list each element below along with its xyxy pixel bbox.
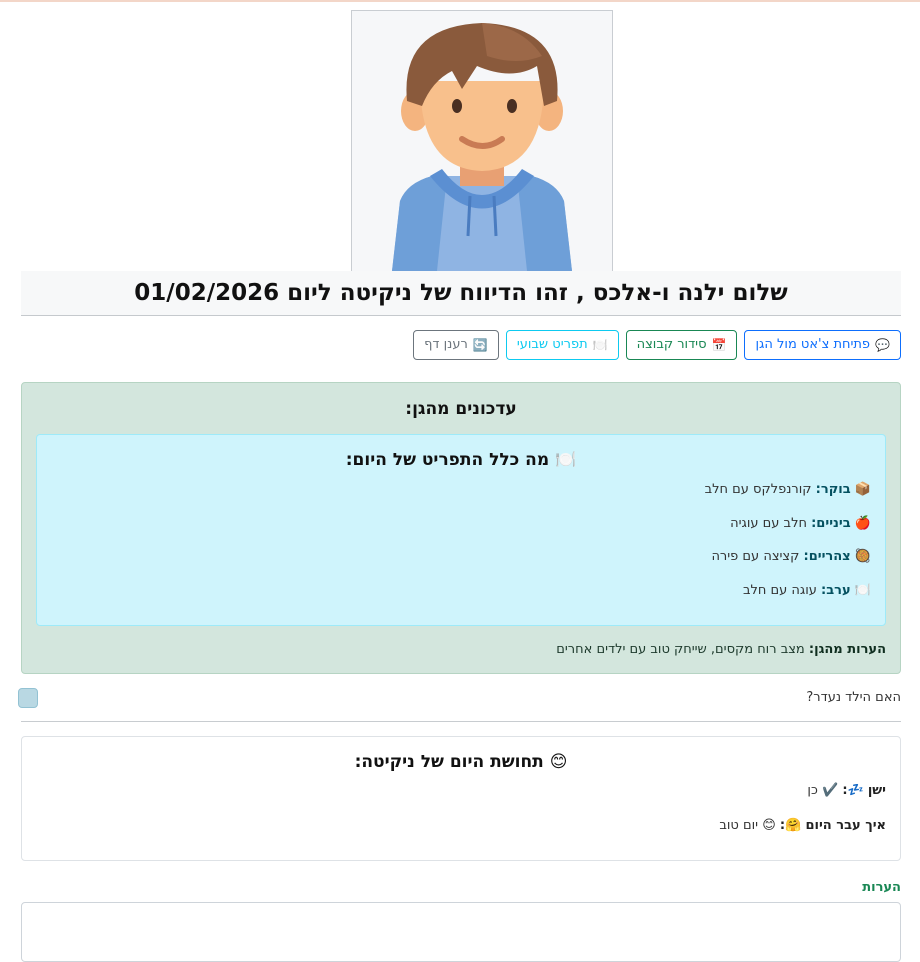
plate-icon: 🍽️	[555, 450, 577, 470]
sleep-value: כן	[807, 783, 818, 798]
title-bar: שלום ילנה ו-אלכס , זהו הדיווח של ניקיטה …	[21, 271, 901, 316]
divider	[21, 721, 901, 722]
meal-name: ביניים:	[811, 516, 851, 531]
meal-value: קציצה עם פירה	[711, 549, 800, 564]
refresh-page-button[interactable]: 🔄 רענן דף	[413, 330, 499, 360]
action-buttons: 💬 פתיחת צ'אט מול הגן 📅 סידור קבוצה 🍽️ תפ…	[413, 330, 901, 360]
page-title: שלום ילנה ו-אלכס , זהו הדיווח של ניקיטה …	[134, 280, 788, 306]
kindergarten-updates-panel: עדכונים מהגן: 🍽️ מה כלל התפריט של היום: …	[21, 382, 901, 674]
day-label: איך עבר היום	[805, 818, 886, 833]
plate-icon: 🍽️	[854, 583, 871, 598]
updates-title: עדכונים מהגן:	[405, 399, 517, 419]
meal-name: צהריים:	[803, 549, 851, 564]
sleep-label: ישן	[867, 783, 886, 798]
check-mark-icon: ✔️	[821, 783, 839, 798]
weekly-menu-label: תפריט שבועי	[516, 337, 588, 352]
absent-question-label: האם הילד נעדר?	[806, 690, 901, 705]
comments-label: הערות	[862, 880, 901, 895]
meal-name: בוקר:	[815, 482, 851, 497]
meal-lunch: 🥘 צהריים: קציצה עם פירה	[711, 549, 871, 564]
daily-feeling-card: 😊 תחושת היום של ניקיטה: ישן 💤: ✔️ כן איך…	[21, 736, 901, 861]
box-icon: 📦	[854, 482, 871, 497]
meal-value: קורנפלקס עם חלב	[704, 482, 812, 497]
group-schedule-label: סידור קבוצה	[636, 337, 707, 352]
meal-breakfast: 📦 בוקר: קורנפלקס עם חלב	[705, 482, 871, 497]
refresh-page-label: רענן דף	[424, 337, 468, 352]
absent-checkbox[interactable]	[18, 688, 38, 708]
day-value: יום טוב	[719, 818, 759, 833]
meal-name: ערב:	[821, 583, 851, 598]
meal-dinner: 🍽️ ערב: עוגה עם חלב	[743, 583, 871, 598]
kindergarten-notes: הערות מהגן: מצב רוח מקסים, שייחק טוב עם …	[556, 642, 886, 657]
absent-row: האם הילד נעדר?	[18, 688, 901, 710]
refresh-icon: 🔄	[472, 338, 488, 352]
apple-icon: 🍎	[854, 516, 871, 531]
boy-avatar-icon	[352, 11, 612, 271]
weekly-menu-button[interactable]: 🍽️ תפריט שבועי	[505, 330, 619, 360]
hug-face-icon: 🤗	[785, 818, 802, 833]
sleep-icon: 💤	[847, 783, 864, 798]
day-summary-row: איך עבר היום 🤗: 😊 יום טוב	[719, 818, 886, 833]
smile-icon: 😊	[549, 752, 568, 772]
calendar-icon: 📅	[711, 338, 727, 352]
notes-value: מצב רוח מקסים, שייחק טוב עם ילדים אחרים	[556, 642, 805, 657]
meal-value: עוגה עם חלב	[742, 583, 817, 598]
notes-label: הערות מהגן:	[808, 642, 886, 657]
plate-icon: 🍽️	[592, 338, 608, 352]
open-chat-button[interactable]: 💬 פתיחת צ'אט מול הגן	[744, 330, 901, 360]
chat-bubble-icon: 💬	[875, 338, 890, 352]
open-chat-label: פתיחת צ'אט מול הגן	[755, 337, 871, 352]
meal-snack: 🍎 ביניים: חלב עם עוגיה	[730, 516, 871, 531]
food-pot-icon: 🥘	[854, 549, 871, 564]
comments-textarea[interactable]	[21, 902, 901, 962]
sleep-row: ישן 💤: ✔️ כן	[807, 783, 886, 798]
feeling-title: 😊 תחושת היום של ניקיטה:	[22, 752, 900, 772]
daily-menu-title: 🍽️ מה כלל התפריט של היום:	[37, 450, 885, 470]
smile-icon: 😊	[762, 818, 776, 833]
child-avatar	[351, 10, 613, 272]
meal-value: חלב עם עוגיה	[730, 516, 807, 531]
daily-menu-title-text: מה כלל התפריט של היום:	[345, 450, 550, 470]
group-schedule-button[interactable]: 📅 סידור קבוצה	[625, 330, 738, 360]
feeling-title-text: תחושת היום של ניקיטה:	[354, 752, 544, 772]
daily-menu-box: 🍽️ מה כלל התפריט של היום: 📦 בוקר: קורנפל…	[36, 434, 886, 626]
